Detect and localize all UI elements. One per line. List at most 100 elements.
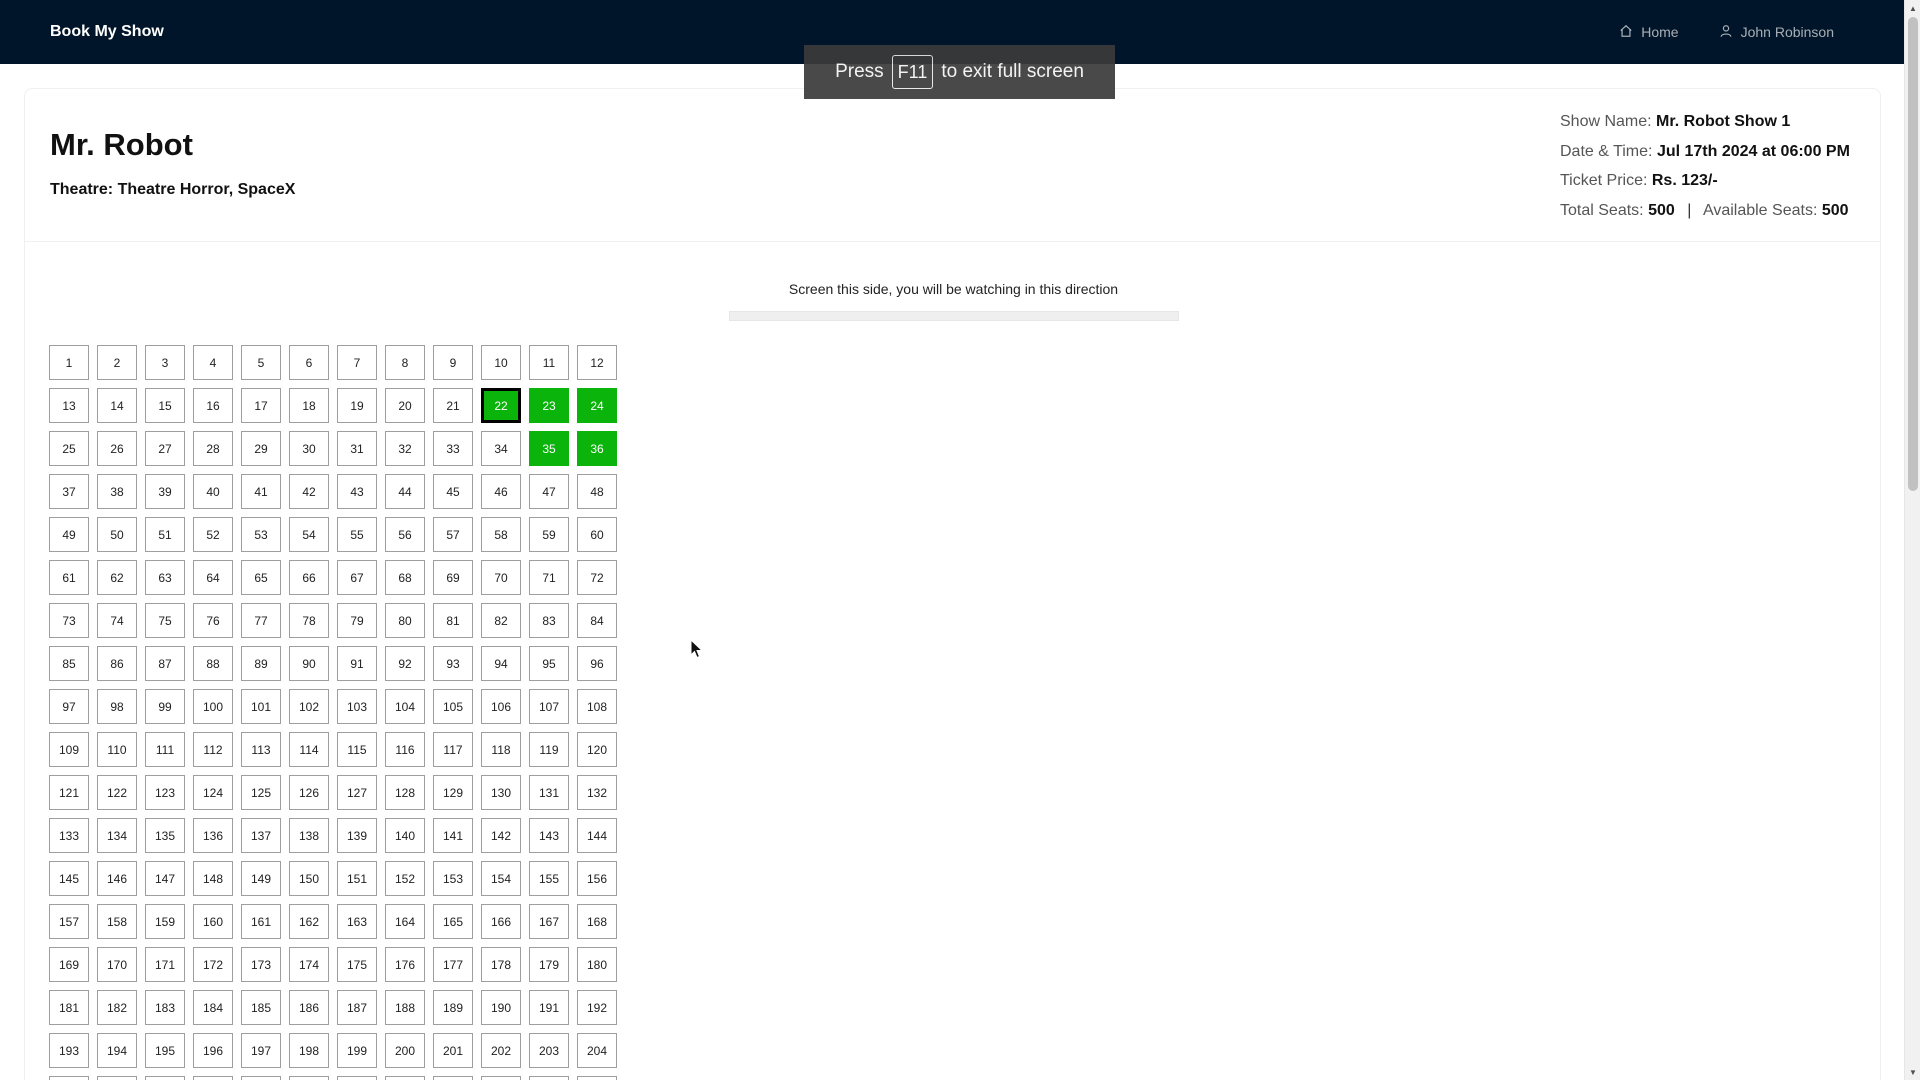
seat-135[interactable]: 135	[145, 818, 185, 853]
seat-98[interactable]: 98	[97, 689, 137, 724]
seat-204[interactable]: 204	[577, 1033, 617, 1068]
seat-125[interactable]: 125	[241, 775, 281, 810]
seat-74[interactable]: 74	[97, 603, 137, 638]
seat-29[interactable]: 29	[241, 431, 281, 466]
seat-155[interactable]: 155	[529, 861, 569, 896]
seat-86[interactable]: 86	[97, 646, 137, 681]
seat-47[interactable]: 47	[529, 474, 569, 509]
seat-149[interactable]: 149	[241, 861, 281, 896]
seat-66[interactable]: 66	[289, 560, 329, 595]
scroll-down-icon[interactable]: ▼	[1905, 1064, 1920, 1080]
seat-79[interactable]: 79	[337, 603, 377, 638]
seat-157[interactable]: 157	[49, 904, 89, 939]
seat-110[interactable]: 110	[97, 732, 137, 767]
seat-179[interactable]: 179	[529, 947, 569, 982]
seat-91[interactable]: 91	[337, 646, 377, 681]
seat-162[interactable]: 162	[289, 904, 329, 939]
seat-18[interactable]: 18	[289, 388, 329, 423]
seat-68[interactable]: 68	[385, 560, 425, 595]
seat-213[interactable]: 213	[433, 1076, 473, 1080]
seat-51[interactable]: 51	[145, 517, 185, 552]
seat-130[interactable]: 130	[481, 775, 521, 810]
seat-109[interactable]: 109	[49, 732, 89, 767]
seat-186[interactable]: 186	[289, 990, 329, 1025]
seat-62[interactable]: 62	[97, 560, 137, 595]
seat-85[interactable]: 85	[49, 646, 89, 681]
seat-161[interactable]: 161	[241, 904, 281, 939]
seat-113[interactable]: 113	[241, 732, 281, 767]
seat-5[interactable]: 5	[241, 345, 281, 380]
seat-13[interactable]: 13	[49, 388, 89, 423]
seat-184[interactable]: 184	[193, 990, 233, 1025]
seat-190[interactable]: 190	[481, 990, 521, 1025]
seat-188[interactable]: 188	[385, 990, 425, 1025]
seat-58[interactable]: 58	[481, 517, 521, 552]
seat-107[interactable]: 107	[529, 689, 569, 724]
seat-193[interactable]: 193	[49, 1033, 89, 1068]
seat-56[interactable]: 56	[385, 517, 425, 552]
seat-76[interactable]: 76	[193, 603, 233, 638]
seat-131[interactable]: 131	[529, 775, 569, 810]
seat-48[interactable]: 48	[577, 474, 617, 509]
seat-1[interactable]: 1	[49, 345, 89, 380]
seat-3[interactable]: 3	[145, 345, 185, 380]
seat-180[interactable]: 180	[577, 947, 617, 982]
seat-112[interactable]: 112	[193, 732, 233, 767]
seat-148[interactable]: 148	[193, 861, 233, 896]
seat-136[interactable]: 136	[193, 818, 233, 853]
seat-72[interactable]: 72	[577, 560, 617, 595]
seat-199[interactable]: 199	[337, 1033, 377, 1068]
seat-123[interactable]: 123	[145, 775, 185, 810]
seat-77[interactable]: 77	[241, 603, 281, 638]
seat-41[interactable]: 41	[241, 474, 281, 509]
seat-209[interactable]: 209	[241, 1076, 281, 1080]
seat-60[interactable]: 60	[577, 517, 617, 552]
seat-22[interactable]: 22	[481, 388, 521, 423]
seat-24[interactable]: 24	[577, 388, 617, 423]
seat-205[interactable]: 205	[49, 1076, 89, 1080]
seat-94[interactable]: 94	[481, 646, 521, 681]
seat-197[interactable]: 197	[241, 1033, 281, 1068]
seat-53[interactable]: 53	[241, 517, 281, 552]
seat-49[interactable]: 49	[49, 517, 89, 552]
seat-69[interactable]: 69	[433, 560, 473, 595]
seat-170[interactable]: 170	[97, 947, 137, 982]
seat-32[interactable]: 32	[385, 431, 425, 466]
seat-63[interactable]: 63	[145, 560, 185, 595]
seat-140[interactable]: 140	[385, 818, 425, 853]
scroll-thumb[interactable]	[1908, 17, 1918, 491]
seat-95[interactable]: 95	[529, 646, 569, 681]
seat-35[interactable]: 35	[529, 431, 569, 466]
seat-11[interactable]: 11	[529, 345, 569, 380]
seat-133[interactable]: 133	[49, 818, 89, 853]
seat-71[interactable]: 71	[529, 560, 569, 595]
seat-102[interactable]: 102	[289, 689, 329, 724]
seat-106[interactable]: 106	[481, 689, 521, 724]
seat-116[interactable]: 116	[385, 732, 425, 767]
seat-33[interactable]: 33	[433, 431, 473, 466]
seat-57[interactable]: 57	[433, 517, 473, 552]
seat-196[interactable]: 196	[193, 1033, 233, 1068]
seat-158[interactable]: 158	[97, 904, 137, 939]
seat-50[interactable]: 50	[97, 517, 137, 552]
seat-152[interactable]: 152	[385, 861, 425, 896]
seat-174[interactable]: 174	[289, 947, 329, 982]
seat-151[interactable]: 151	[337, 861, 377, 896]
seat-75[interactable]: 75	[145, 603, 185, 638]
seat-93[interactable]: 93	[433, 646, 473, 681]
seat-206[interactable]: 206	[97, 1076, 137, 1080]
seat-64[interactable]: 64	[193, 560, 233, 595]
seat-36[interactable]: 36	[577, 431, 617, 466]
seat-156[interactable]: 156	[577, 861, 617, 896]
seat-138[interactable]: 138	[289, 818, 329, 853]
seat-114[interactable]: 114	[289, 732, 329, 767]
seat-2[interactable]: 2	[97, 345, 137, 380]
seat-132[interactable]: 132	[577, 775, 617, 810]
seat-61[interactable]: 61	[49, 560, 89, 595]
seat-187[interactable]: 187	[337, 990, 377, 1025]
nav-home[interactable]: Home	[1599, 0, 1698, 64]
seat-122[interactable]: 122	[97, 775, 137, 810]
seat-177[interactable]: 177	[433, 947, 473, 982]
seat-117[interactable]: 117	[433, 732, 473, 767]
seat-210[interactable]: 210	[289, 1076, 329, 1080]
